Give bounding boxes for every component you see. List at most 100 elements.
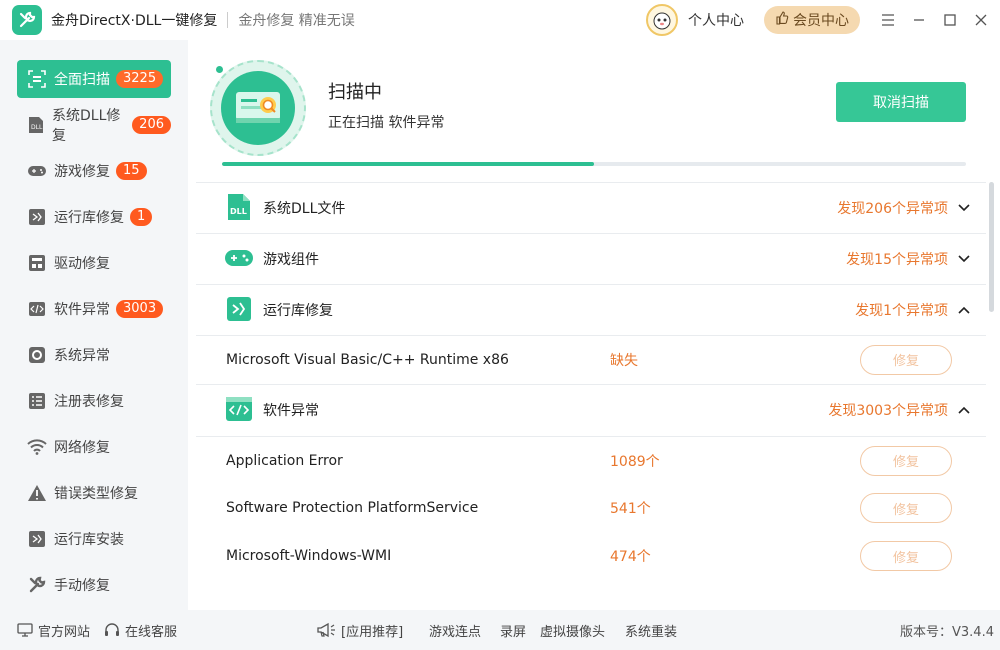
app-slogan: 金舟修复 精准无误 bbox=[238, 13, 355, 29]
sidebar-item-runtime[interactable]: 运行库修复 1 bbox=[17, 198, 171, 236]
official-website-link[interactable]: 官方网站 bbox=[17, 621, 90, 640]
group-row-runtime[interactable]: 运行库修复 发现1个异常项 bbox=[196, 284, 986, 334]
chevron-down-icon[interactable] bbox=[956, 251, 972, 267]
close-icon[interactable] bbox=[965, 0, 996, 40]
scan-progress-bar bbox=[222, 162, 966, 166]
list-item: Microsoft Visual Basic/C++ Runtime x86 缺… bbox=[196, 335, 986, 383]
svg-text:DLL: DLL bbox=[31, 124, 43, 131]
sidebar-item-label: 驱动修复 bbox=[54, 256, 110, 272]
menu-icon[interactable] bbox=[872, 0, 903, 40]
item-name: Microsoft-Windows-WMI bbox=[226, 548, 392, 564]
group-name: 系统DLL文件 bbox=[263, 200, 346, 217]
vip-center-label: 会员中心 bbox=[793, 13, 849, 29]
runtime-icon bbox=[224, 294, 254, 324]
code-icon bbox=[224, 394, 254, 424]
sidebar-item-system[interactable]: 系统异常 bbox=[17, 336, 171, 374]
footer-link-system-reinstall[interactable]: 系统重装 bbox=[625, 621, 677, 640]
item-count: 1089个 bbox=[610, 453, 660, 470]
title-divider bbox=[227, 12, 229, 28]
group-row-software[interactable]: 软件异常 发现3003个异常项 bbox=[196, 384, 986, 434]
footer-link-game-clicker[interactable]: 游戏连点 bbox=[429, 621, 481, 640]
group-issue-count: 发现3003个异常项 bbox=[828, 402, 948, 419]
vip-center-button[interactable]: 会员中心 bbox=[764, 6, 860, 34]
scan-status-title: 扫描中 bbox=[328, 82, 382, 103]
monitor-icon bbox=[17, 623, 33, 637]
sidebar-item-runtime-install[interactable]: 运行库安装 bbox=[17, 520, 171, 558]
user-center-link[interactable]: 个人中心 bbox=[688, 10, 744, 30]
megaphone-icon bbox=[316, 622, 336, 638]
avatar[interactable] bbox=[646, 4, 678, 36]
minimize-icon[interactable] bbox=[903, 0, 934, 40]
scan-results-list: DLL 系统DLL文件 发现206个异常项 游戏组件 发现15个异常项 运行库修… bbox=[196, 182, 986, 604]
online-support-label: 在线客服 bbox=[125, 624, 178, 640]
app-recommend-label: [应用推荐] bbox=[341, 624, 404, 640]
count-badge: 3003 bbox=[116, 300, 164, 318]
list-scrollbar[interactable] bbox=[989, 182, 994, 312]
item-count: 541个 bbox=[610, 501, 651, 517]
count-badge: 1 bbox=[130, 208, 153, 226]
group-name: 运行库修复 bbox=[263, 302, 333, 319]
wrench-icon bbox=[27, 575, 47, 595]
sidebar-item-error-type[interactable]: 错误类型修复 bbox=[17, 474, 171, 512]
item-name: Software Protection PlatformService bbox=[226, 500, 479, 516]
list-item: Microsoft-Windows-WMI 474个 修复 bbox=[196, 532, 986, 580]
online-support-link[interactable]: 在线客服 bbox=[104, 621, 177, 640]
sidebar-item-label: 运行库修复 bbox=[54, 210, 124, 226]
decor-dot bbox=[216, 66, 223, 73]
fix-button[interactable]: 修复 bbox=[860, 541, 952, 571]
maximize-icon[interactable] bbox=[934, 0, 965, 40]
dll-icon: DLL bbox=[27, 115, 45, 135]
scan-illustration-icon bbox=[210, 60, 306, 156]
driver-icon bbox=[27, 253, 47, 273]
official-website-label: 官方网站 bbox=[38, 624, 91, 640]
item-name: Microsoft Visual Basic/C++ Runtime x86 bbox=[226, 351, 509, 368]
sidebar-item-manual[interactable]: 手动修复 bbox=[17, 566, 171, 604]
gamepad-icon bbox=[27, 161, 47, 181]
warning-icon bbox=[27, 483, 47, 503]
scan-header: 扫描中 正在扫描 软件异常 取消扫描 bbox=[188, 40, 1000, 180]
fix-button[interactable]: 修复 bbox=[860, 344, 952, 375]
sidebar-item-registry[interactable]: 注册表修复 bbox=[17, 382, 171, 420]
group-issue-count: 发现206个异常项 bbox=[837, 200, 948, 217]
sidebar-item-network[interactable]: 网络修复 bbox=[17, 428, 171, 466]
sidebar: 全面扫描 3225 DLL 系统DLL修复 206 游戏修复 15 运行库修复 … bbox=[0, 40, 188, 610]
dll-file-icon: DLL bbox=[224, 192, 254, 222]
runtime-icon bbox=[27, 207, 47, 227]
scan-status-text: 正在扫描 软件异常 bbox=[328, 115, 445, 131]
group-issue-count: 发现15个异常项 bbox=[846, 251, 948, 268]
sidebar-item-full-scan[interactable]: 全面扫描 3225 bbox=[17, 60, 171, 98]
count-badge: 206 bbox=[132, 116, 171, 134]
sidebar-item-label: 网络修复 bbox=[54, 440, 110, 456]
gamepad-icon bbox=[224, 243, 254, 273]
wifi-icon bbox=[27, 437, 47, 457]
group-row-dll[interactable]: DLL 系统DLL文件 发现206个异常项 bbox=[196, 182, 986, 232]
chevron-down-icon[interactable] bbox=[956, 200, 972, 216]
chevron-up-icon[interactable] bbox=[956, 302, 972, 318]
full-scan-icon bbox=[27, 69, 47, 89]
group-issue-count: 发现1个异常项 bbox=[855, 302, 948, 319]
item-status: 缺失 bbox=[610, 352, 638, 369]
item-count: 474个 bbox=[610, 549, 651, 565]
footer-link-screen-record[interactable]: 录屏 bbox=[500, 621, 526, 640]
sidebar-item-dll[interactable]: DLL 系统DLL修复 206 bbox=[17, 106, 171, 144]
footer-link-virtual-camera[interactable]: 虚拟摄像头 bbox=[540, 621, 605, 640]
fix-button[interactable]: 修复 bbox=[860, 493, 952, 523]
headset-icon bbox=[104, 622, 120, 638]
sidebar-item-software[interactable]: 软件异常 3003 bbox=[17, 290, 171, 328]
group-name: 软件异常 bbox=[263, 402, 319, 419]
fix-button[interactable]: 修复 bbox=[860, 445, 952, 476]
gear-icon bbox=[27, 345, 47, 365]
sidebar-item-label: 注册表修复 bbox=[54, 394, 124, 410]
main-panel: 扫描中 正在扫描 软件异常 取消扫描 DLL 系统DLL文件 发现206个异常项… bbox=[188, 40, 1000, 610]
svg-text:DLL: DLL bbox=[230, 207, 247, 216]
cancel-scan-button[interactable]: 取消扫描 bbox=[836, 82, 966, 122]
sidebar-item-game[interactable]: 游戏修复 15 bbox=[17, 152, 171, 190]
scan-progress-fill bbox=[222, 162, 594, 166]
sidebar-item-driver[interactable]: 驱动修复 bbox=[17, 244, 171, 282]
title-bar: 金舟DirectX·DLL一键修复 金舟修复 精准无误 个人中心 会员中心 bbox=[0, 0, 1000, 40]
runtime-install-icon bbox=[27, 529, 47, 549]
thumbs-up-icon bbox=[775, 11, 789, 29]
sidebar-item-label: 运行库安装 bbox=[54, 532, 124, 548]
chevron-up-icon[interactable] bbox=[956, 402, 972, 418]
group-row-game[interactable]: 游戏组件 发现15个异常项 bbox=[196, 233, 986, 283]
